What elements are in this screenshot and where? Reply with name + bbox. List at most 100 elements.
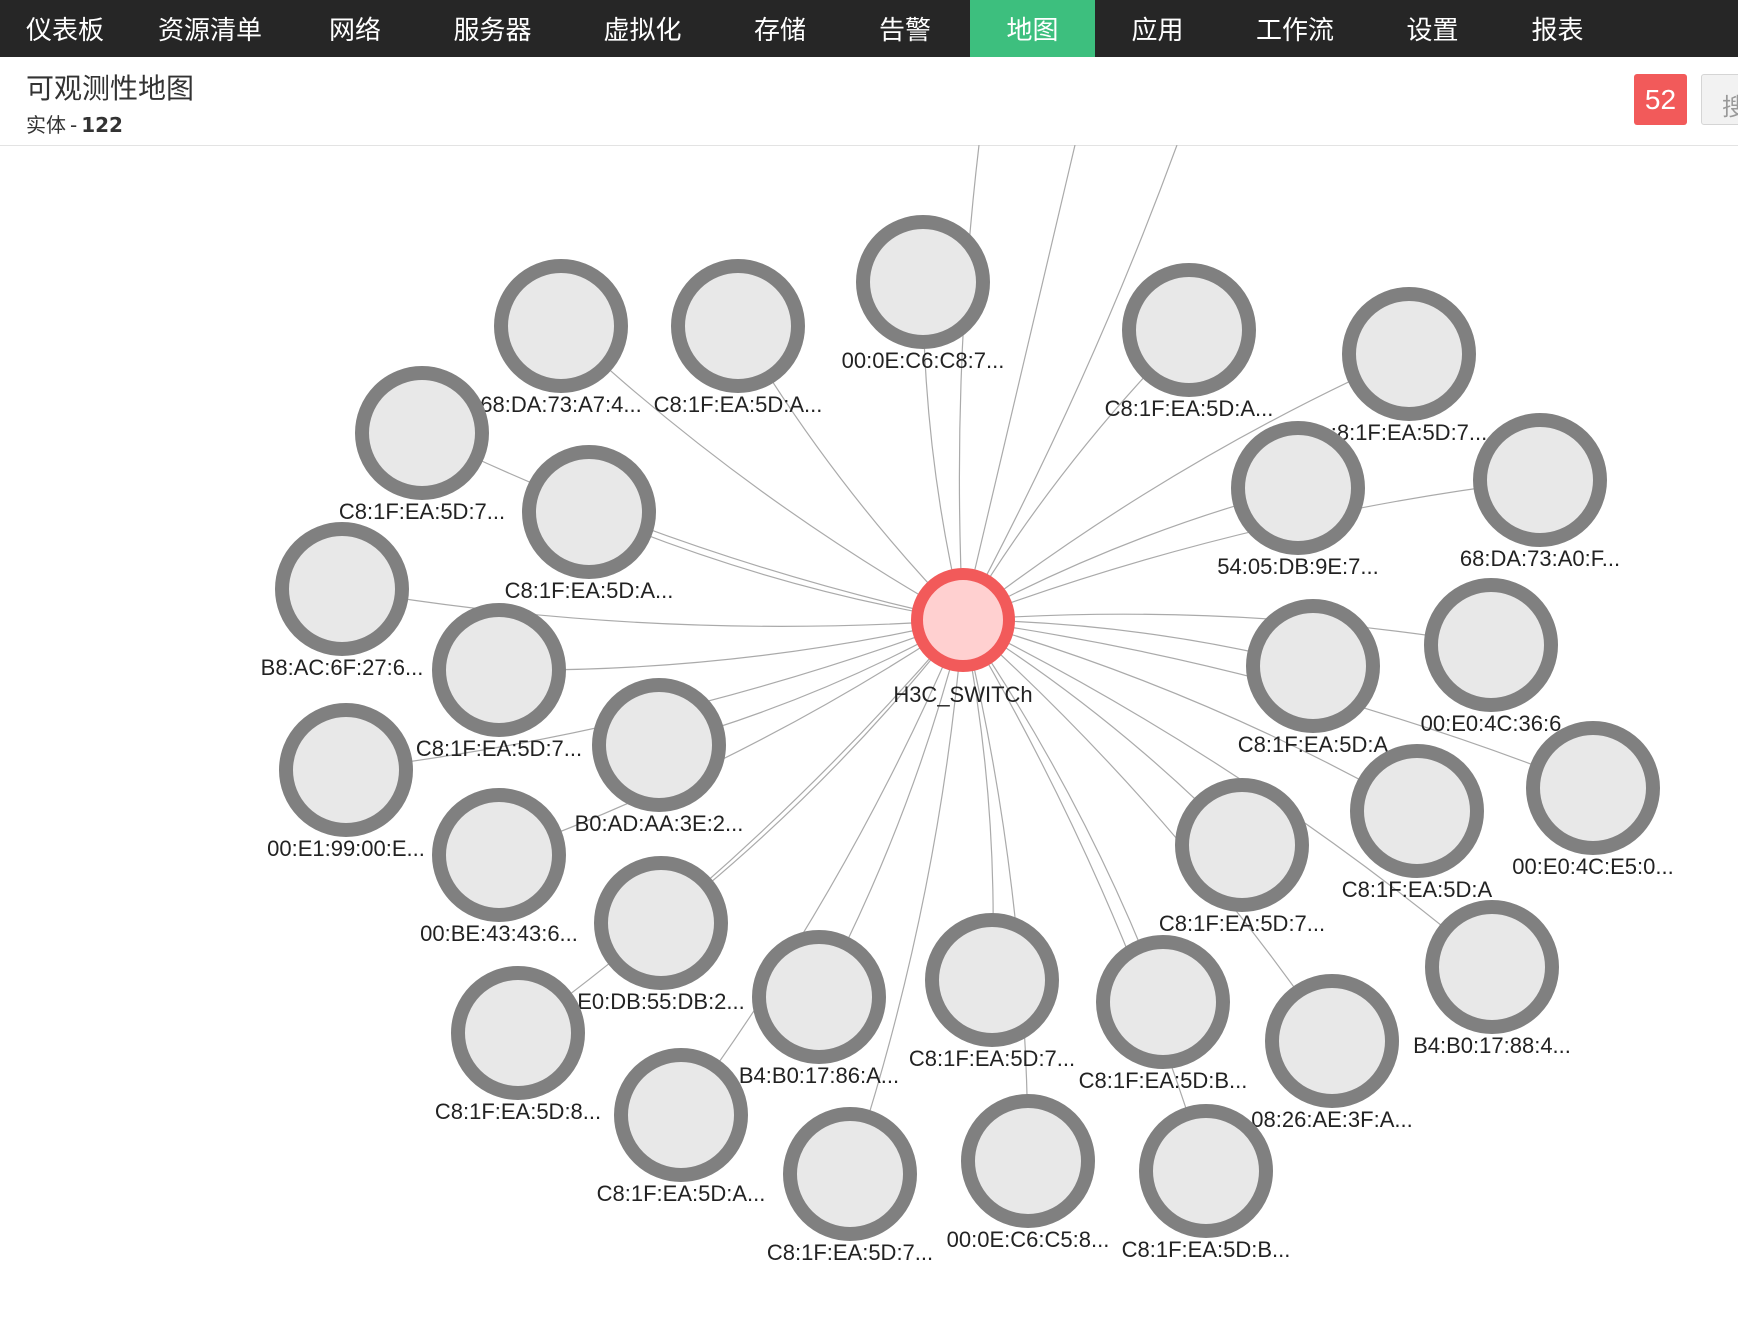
- device-node[interactable]: 54:05:DB:9E:7...: [1217, 421, 1379, 579]
- nav-item-9[interactable]: 工作流: [1220, 0, 1370, 57]
- device-node-label: B4:B0:17:86:A...: [739, 1063, 899, 1088]
- edge-line: [962, 613, 1492, 646]
- device-node-label: B8:AC:6F:27:6...: [261, 655, 424, 680]
- device-node[interactable]: B4:B0:17:88:4...: [1413, 900, 1571, 1058]
- center-switch-node[interactable]: H3C_SWITCh: [893, 568, 1033, 707]
- device-node[interactable]: C8:1F:EA:5D:A: [1238, 599, 1389, 757]
- device-node[interactable]: C8:1F:EA:5D:A: [1342, 744, 1493, 902]
- nav-item-1[interactable]: 资源清单: [130, 0, 290, 57]
- device-node[interactable]: C8:1F:EA:5D:B...: [1079, 935, 1248, 1093]
- device-node[interactable]: C8:1F:EA:5D:A...: [505, 445, 674, 603]
- nav-item-3[interactable]: 服务器: [420, 0, 565, 57]
- device-node-circle[interactable]: [671, 259, 805, 393]
- device-node-label: 00:BE:43:43:6...: [420, 921, 578, 946]
- device-node[interactable]: B4:B0:17:86:A...: [739, 930, 899, 1088]
- nav-item-2[interactable]: 网络: [290, 0, 420, 57]
- device-node-label: 68:DA:73:A0:F...: [1460, 546, 1620, 571]
- device-node[interactable]: B8:AC:6F:27:6...: [261, 522, 424, 680]
- device-node-label: 00:0E:C6:C5:8...: [947, 1227, 1110, 1252]
- nav-item-6[interactable]: 告警: [840, 0, 970, 57]
- device-node-circle[interactable]: [961, 1094, 1095, 1228]
- nav-item-10[interactable]: 设置: [1370, 0, 1495, 57]
- device-node-circle[interactable]: [1424, 578, 1558, 712]
- device-node[interactable]: 68:DA:73:A7:4...: [480, 259, 642, 417]
- device-node-label: 54:05:DB:9E:7...: [1217, 554, 1378, 579]
- device-node-label: 00:0E:C6:C8:7...: [842, 348, 1005, 373]
- device-node-circle[interactable]: [1265, 974, 1399, 1108]
- device-node[interactable]: 00:E1:99:00:E...: [267, 703, 425, 861]
- device-node-circle[interactable]: [1473, 413, 1607, 547]
- device-node-circle[interactable]: [1096, 935, 1230, 1069]
- device-node-label: 00:E1:99:00:E...: [267, 836, 425, 861]
- device-node-circle[interactable]: [355, 366, 489, 500]
- device-node-circle[interactable]: [494, 259, 628, 393]
- device-node-label: C8:1F:EA:5D:7...: [1159, 911, 1325, 936]
- device-node-label: C8:1F:EA:5D:7...: [339, 499, 505, 524]
- device-node[interactable]: C8:1F:EA:5D:7...: [767, 1107, 933, 1265]
- device-node[interactable]: B0:AD:AA:3E:2...: [575, 678, 744, 836]
- entity-count: 122: [81, 113, 123, 137]
- device-node[interactable]: 00:0E:C6:C8:7...: [842, 215, 1005, 373]
- device-node-label: C8:1F:EA:5D:A...: [1105, 396, 1274, 421]
- alarm-count-badge[interactable]: 52: [1634, 74, 1687, 125]
- device-node[interactable]: C8:1F:EA:5D:A...: [654, 259, 823, 417]
- nav-item-0[interactable]: 仪表板: [0, 0, 130, 57]
- entity-separator: -: [70, 113, 78, 137]
- device-node[interactable]: 00:BE:43:43:6...: [420, 788, 578, 946]
- device-node-circle[interactable]: [1350, 744, 1484, 878]
- entity-count-line: 实体 -122: [26, 109, 123, 138]
- device-node[interactable]: C8:1F:EA:5D:7...: [1159, 778, 1325, 936]
- device-node-circle[interactable]: [1175, 778, 1309, 912]
- device-node-circle[interactable]: [432, 603, 566, 737]
- nav-item-7[interactable]: 地图: [970, 0, 1095, 57]
- device-node-label: B4:B0:17:88:4...: [1413, 1033, 1571, 1058]
- nav-item-11[interactable]: 报表: [1495, 0, 1620, 57]
- device-node-circle[interactable]: [1139, 1104, 1273, 1238]
- device-node-label: C8:1F:EA:5D:A...: [654, 392, 823, 417]
- nav-item-4[interactable]: 虚拟化: [565, 0, 720, 57]
- device-node[interactable]: C8:1F:EA:5D:8...: [435, 966, 601, 1124]
- device-node-circle[interactable]: [1425, 900, 1559, 1034]
- device-node-circle[interactable]: [752, 930, 886, 1064]
- device-node[interactable]: C8:1F:EA:5D:A...: [1105, 263, 1274, 421]
- device-node-label: C8:1F:EA:5D:7...: [416, 736, 582, 761]
- nav-item-8[interactable]: 应用: [1095, 0, 1220, 57]
- device-node-circle[interactable]: [1122, 263, 1256, 397]
- device-node-circle[interactable]: [594, 856, 728, 990]
- device-node[interactable]: C8:1F:EA:5D:B...: [1122, 1104, 1291, 1262]
- topology-map[interactable]: 68:DA:73:A7:4... C8:1F:EA:5D:A... 00:0E:C6…: [0, 145, 1738, 1323]
- device-node[interactable]: E0:DB:55:DB:2...: [577, 856, 745, 1014]
- device-node-label: C8:1F:EA:5D:A...: [505, 578, 674, 603]
- device-node-circle[interactable]: [1342, 287, 1476, 421]
- device-node[interactable]: 00:E0:4C:36:6: [1421, 578, 1562, 736]
- device-node-circle[interactable]: [614, 1048, 748, 1182]
- device-node-circle[interactable]: [275, 522, 409, 656]
- device-node-circle[interactable]: [522, 445, 656, 579]
- device-node-circle[interactable]: [432, 788, 566, 922]
- device-node[interactable]: C8:1F:EA:5D:7...: [909, 913, 1075, 1071]
- device-node[interactable]: 00:0E:C6:C5:8...: [947, 1094, 1110, 1252]
- device-node-circle[interactable]: [279, 703, 413, 837]
- device-node[interactable]: :8:1F:EA:5D:7...: [1331, 287, 1488, 445]
- device-node-circle[interactable]: [451, 966, 585, 1100]
- device-node-label: C8:1F:EA:5D:7...: [909, 1046, 1075, 1071]
- center-switch-label: H3C_SWITCh: [893, 682, 1032, 707]
- device-node-circle[interactable]: [856, 215, 990, 349]
- device-node-circle[interactable]: [1231, 421, 1365, 555]
- device-node-circle[interactable]: [592, 678, 726, 812]
- center-switch-circle[interactable]: [911, 568, 1015, 672]
- search-button[interactable]: 搜: [1701, 74, 1738, 125]
- device-node-circle[interactable]: [783, 1107, 917, 1241]
- nav-item-5[interactable]: 存储: [720, 0, 840, 57]
- edge-line: [962, 145, 1076, 621]
- device-node-label: 00:E0:4C:36:6: [1421, 711, 1562, 736]
- device-node-circle[interactable]: [1246, 599, 1380, 733]
- device-node-circle[interactable]: [925, 913, 1059, 1047]
- device-node-circle[interactable]: [1526, 721, 1660, 855]
- device-node-label: C8:1F:EA:5D:B...: [1079, 1068, 1248, 1093]
- device-node[interactable]: 00:E0:4C:E5:0...: [1512, 721, 1674, 879]
- device-node-label: C8:1F:EA:5D:A: [1238, 732, 1389, 757]
- device-node-label: :8:1F:EA:5D:7...: [1331, 420, 1488, 445]
- device-node[interactable]: 08:26:AE:3F:A...: [1251, 974, 1413, 1132]
- device-node[interactable]: C8:1F:EA:5D:7...: [416, 603, 582, 761]
